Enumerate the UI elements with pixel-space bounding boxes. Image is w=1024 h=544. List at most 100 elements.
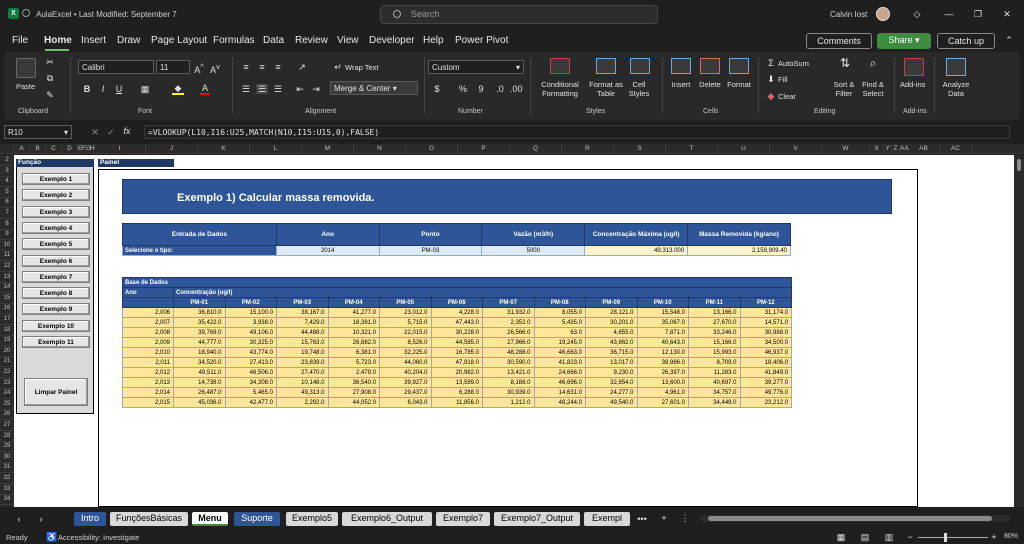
fill-color-icon[interactable]: ◆ (172, 83, 184, 95)
db-value-cell[interactable]: 3,938.0 (224, 317, 277, 328)
row-header[interactable]: 8 (0, 219, 14, 230)
db-value-cell[interactable]: 46,696.0 (533, 377, 586, 388)
db-value-cell[interactable]: 13,600.0 (636, 377, 689, 388)
indent-increase-icon[interactable]: ⇥ (310, 84, 322, 94)
db-value-cell[interactable]: 23,839.0 (276, 357, 329, 368)
db-value-cell[interactable]: 15,763.0 (276, 337, 329, 348)
copy-icon[interactable]: ⧉ (45, 73, 55, 83)
worksheet[interactable]: Função Exemplo 1 Exemplo 2 Exemplo 3 Exempl… (14, 155, 1014, 507)
column-header[interactable]: Y (884, 144, 892, 154)
db-value-cell[interactable]: 8,055.0 (533, 307, 586, 318)
paste-label[interactable]: Paste (16, 82, 35, 91)
currency-icon[interactable]: $ (432, 84, 442, 94)
format-painter-icon[interactable]: ✎ (45, 90, 55, 100)
column-header[interactable]: AC (940, 144, 972, 154)
row-header[interactable]: 13 (0, 272, 14, 283)
db-value-cell[interactable]: 43,774.0 (224, 347, 277, 358)
analyze-data-button[interactable]: Analyze Data (940, 80, 972, 98)
menu-data[interactable]: Data (263, 35, 284, 46)
db-year-cell[interactable]: 2,010 (122, 347, 174, 358)
db-value-cell[interactable]: 44,777.0 (173, 337, 226, 348)
db-value-cell[interactable]: 11,283.0 (688, 367, 741, 378)
db-value-cell[interactable]: 49,540.0 (585, 397, 638, 408)
db-value-cell[interactable]: 43,862.0 (585, 337, 638, 348)
db-value-cell[interactable]: 42,477.0 (224, 397, 277, 408)
db-value-cell[interactable]: 38,986.0 (636, 357, 689, 368)
column-header[interactable]: T (666, 144, 718, 154)
db-value-cell[interactable]: 20,982.0 (430, 367, 483, 378)
db-year-cell[interactable]: 2,012 (122, 367, 174, 378)
db-value-cell[interactable]: 7,429.0 (276, 317, 329, 328)
underline-icon[interactable]: U (114, 84, 124, 94)
row-header[interactable]: 9 (0, 229, 14, 241)
db-value-cell[interactable]: 5,723.0 (327, 357, 380, 368)
db-value-cell[interactable]: 46,506.0 (224, 367, 277, 378)
db-value-cell[interactable]: 30,325.0 (224, 337, 277, 348)
db-value-cell[interactable]: 23,012.0 (379, 307, 432, 318)
db-value-cell[interactable]: 26,397.0 (636, 367, 689, 378)
add-sheet-icon[interactable]: + (658, 513, 670, 523)
row-header[interactable]: 26 (0, 409, 14, 421)
db-value-cell[interactable]: 19,748.0 (276, 347, 329, 358)
align-middle-icon[interactable]: ≡ (256, 62, 268, 72)
db-value-cell[interactable]: 30,201.0 (585, 317, 638, 328)
column-header[interactable]: L (250, 144, 302, 154)
db-year-cell[interactable]: 2,006 (122, 307, 174, 318)
page-layout-view-icon[interactable]: ▤ (860, 532, 870, 542)
db-value-cell[interactable]: 30,988.0 (739, 327, 793, 338)
format-as-table-button[interactable]: Format as Table (584, 80, 628, 98)
row-header[interactable]: 10 (0, 240, 14, 251)
db-value-cell[interactable]: 34,449.0 (688, 397, 741, 408)
sort-filter-button[interactable]: Sort & Filter (828, 80, 860, 98)
db-value-cell[interactable]: 63.0 (533, 327, 586, 338)
zoom-out-icon[interactable]: − (906, 532, 914, 542)
column-header[interactable]: Z (892, 144, 900, 154)
tab-exemplo6-output[interactable]: Exemplo6_Output (342, 512, 432, 526)
db-value-cell[interactable]: 46,937.0 (739, 347, 793, 358)
row-header[interactable]: 27 (0, 420, 14, 431)
mass-removed-cell[interactable]: 2,159,909.40 (687, 245, 791, 256)
db-value-cell[interactable]: 27,470.0 (276, 367, 329, 378)
menu-developer[interactable]: Developer (369, 35, 415, 46)
align-bottom-icon[interactable]: ≡ (272, 62, 284, 72)
db-value-cell[interactable]: 5,715.0 (379, 317, 432, 328)
minimize-icon[interactable]: — (944, 9, 954, 19)
column-header[interactable]: V (770, 144, 822, 154)
limpar-painel-button[interactable]: Limpar Painel (24, 378, 88, 406)
db-value-cell[interactable]: 26,566.0 (482, 327, 535, 338)
decrease-font-icon[interactable]: Av (210, 62, 220, 75)
db-value-cell[interactable]: 46,663.0 (533, 347, 586, 358)
column-header[interactable]: B (30, 144, 46, 154)
db-value-cell[interactable]: 38,167.0 (276, 307, 329, 318)
add-ins-button[interactable]: Add-ins (900, 80, 925, 89)
menu-home[interactable]: Home (44, 35, 72, 46)
italic-icon[interactable]: I (98, 84, 108, 94)
db-value-cell[interactable]: 9,230.0 (585, 367, 638, 378)
db-value-cell[interactable]: 23,212.0 (739, 397, 793, 408)
db-value-cell[interactable]: 10,321.0 (327, 327, 380, 338)
db-value-cell[interactable]: 31,932.0 (482, 307, 535, 318)
column-header[interactable]: P (458, 144, 510, 154)
normal-view-icon[interactable]: ▦ (836, 532, 846, 542)
db-value-cell[interactable]: 2,479.0 (327, 367, 380, 378)
increase-font-icon[interactable]: A^ (194, 62, 204, 75)
align-right-icon[interactable]: ☰ (272, 84, 284, 94)
db-value-cell[interactable]: 15,166.0 (688, 337, 741, 348)
db-value-cell[interactable]: 4,228.0 (430, 307, 483, 318)
menu-insert[interactable]: Insert (81, 35, 106, 46)
db-value-cell[interactable]: 4,655.0 (585, 327, 638, 338)
next-sheet-icon[interactable]: › (36, 514, 46, 524)
row-header[interactable]: 29 (0, 441, 14, 453)
orientation-icon[interactable]: ↗ (296, 62, 308, 72)
cancel-icon[interactable]: ✕ (90, 127, 100, 137)
exemplo-3-button[interactable]: Exemplo 3 (22, 205, 90, 218)
db-value-cell[interactable]: 15,993.0 (688, 347, 741, 358)
zoom-slider-thumb[interactable] (944, 533, 947, 542)
page-break-view-icon[interactable]: ▥ (884, 532, 894, 542)
db-value-cell[interactable]: 8,188.0 (482, 377, 535, 388)
column-header[interactable]: W (822, 144, 870, 154)
comments-button[interactable]: Comments (806, 33, 872, 49)
column-header[interactable]: S (614, 144, 666, 154)
db-year-cell[interactable]: 2,008 (122, 327, 174, 338)
paste-icon[interactable] (16, 58, 36, 78)
